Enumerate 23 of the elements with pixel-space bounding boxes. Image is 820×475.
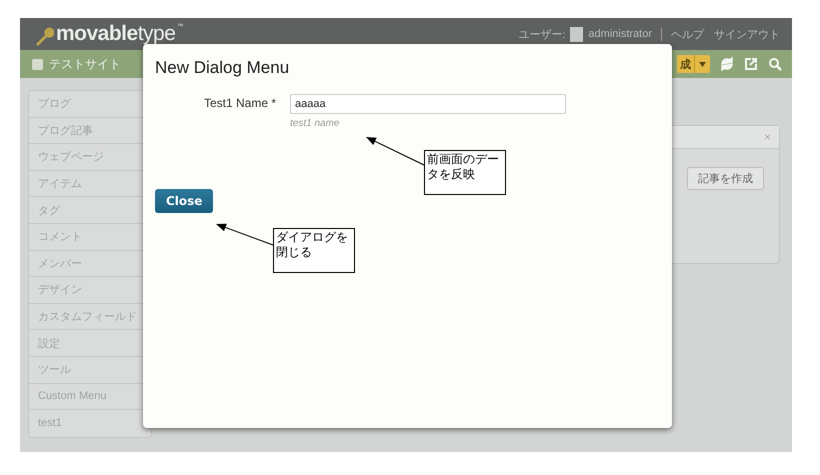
create-button[interactable]: 成 (677, 55, 710, 73)
create-entry-button[interactable]: 記事を作成 (687, 167, 764, 190)
logo: movabletype (56, 22, 176, 46)
search-icon[interactable] (768, 57, 782, 71)
username-link[interactable]: administrator (588, 28, 652, 40)
close-icon[interactable]: × (764, 130, 771, 144)
annotation-callout: 前画面のデータを反映 (424, 150, 506, 195)
arrow (216, 224, 274, 246)
site-name[interactable]: テストサイト (49, 56, 121, 72)
field-label: Test1 Name * (202, 95, 276, 112)
header-link[interactable]: サインアウト (714, 26, 780, 42)
avatar-icon (570, 26, 584, 42)
header-link[interactable]: ヘルプ (671, 26, 704, 42)
user-label: ユーザー: (518, 28, 566, 42)
field-hint: test1 name (290, 118, 340, 129)
dropdown-icon[interactable] (32, 58, 43, 70)
arrow (366, 137, 424, 166)
caret-icon[interactable] (699, 62, 706, 66)
dialog-title: New Dialog Menu (155, 58, 290, 78)
name-field[interactable]: aaaaa (290, 94, 566, 114)
external-link-icon[interactable] (744, 57, 758, 71)
close-button[interactable]: Close (155, 189, 214, 213)
annotation-callout: ダイアログを閉じる (273, 228, 355, 273)
